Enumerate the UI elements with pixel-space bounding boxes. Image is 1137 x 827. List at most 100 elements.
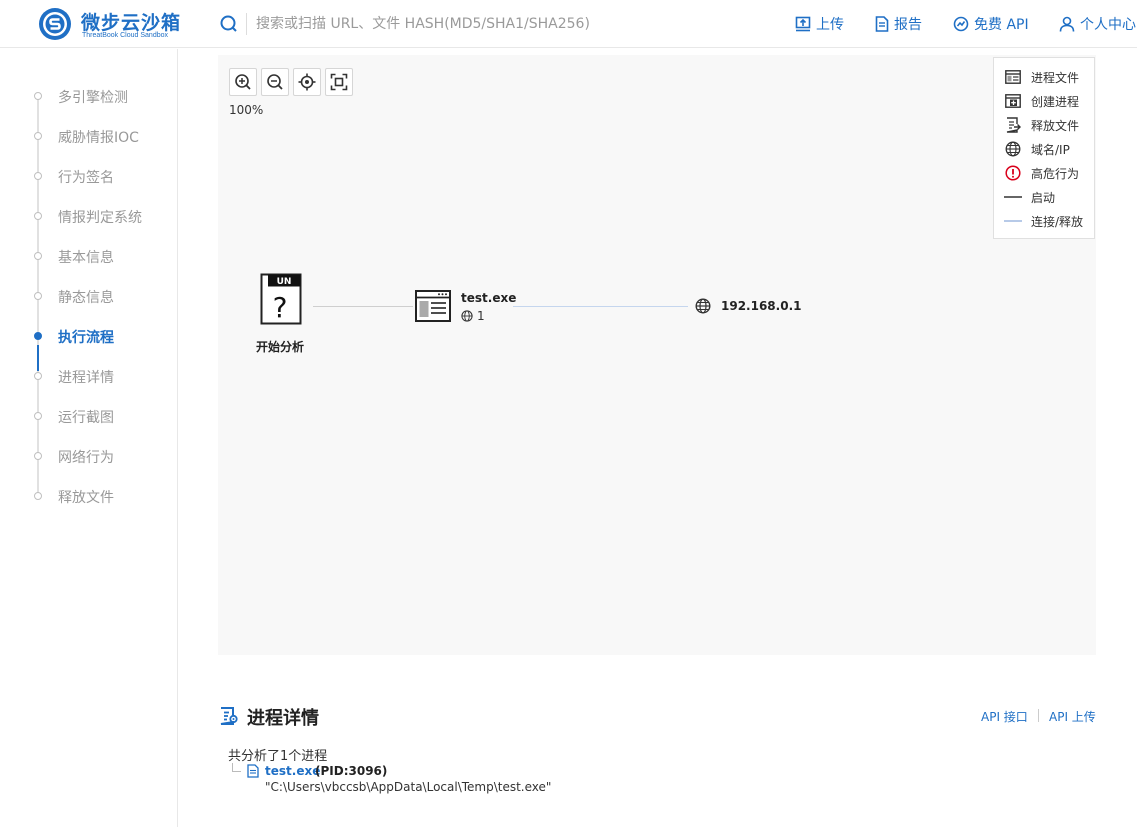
nav-free-api[interactable]: 免费 API [953, 14, 1029, 34]
legend-label: 进程文件 [1031, 70, 1080, 85]
sidebar-item-multi-engine[interactable]: 多引擎检测 [30, 86, 170, 106]
process-pid: (PID:3096) [315, 764, 388, 778]
legend-label: 释放文件 [1031, 118, 1080, 133]
sidebar-item-label: 情报判定系统 [58, 210, 142, 226]
sidebar-item-label: 多引擎检测 [58, 90, 128, 106]
file-icon [247, 764, 259, 778]
process-details-icon [220, 707, 238, 725]
nav-report-label: 报告 [894, 17, 922, 33]
edge-process-to-ip [513, 306, 688, 307]
create-process-icon [1005, 94, 1021, 108]
sidebar-dot [34, 252, 42, 260]
globe-icon [1005, 141, 1021, 157]
start-node-glyph: ? [273, 291, 288, 324]
sidebar: 多引擎检测 威胁情报IOC 行为签名 情报判定系统 基本信息 静态信息 执行流程… [0, 49, 178, 827]
sidebar-dot [34, 492, 42, 500]
legend-item: 创建进程 [1004, 92, 1079, 110]
sidebar-item-label: 行为签名 [58, 170, 114, 186]
legend-label: 高危行为 [1031, 166, 1080, 181]
sidebar-dot [34, 412, 42, 420]
locate-icon [298, 73, 316, 91]
process-details-title: 进程详情 [247, 708, 319, 729]
sidebar-dot [34, 292, 42, 300]
nav-report[interactable]: 报告 [875, 14, 922, 34]
zoom-out-button[interactable] [261, 68, 289, 96]
report-icon [875, 16, 889, 32]
api-interface-link[interactable]: API 接口 [981, 708, 1028, 725]
api-link-divider [1038, 709, 1039, 722]
tree-branch-line [232, 763, 241, 772]
nav-upload[interactable]: 上传 [795, 14, 844, 34]
process-command-line: "C:\Users\vbccsb\AppData\Local\Temp\test… [265, 780, 552, 794]
ip-node-label[interactable]: 192.168.0.1 [721, 299, 801, 313]
sidebar-item-execution-flow[interactable]: 执行流程 [30, 326, 170, 346]
zoom-in-button[interactable] [229, 68, 257, 96]
legend-item: 连接/释放 [1004, 212, 1083, 230]
search-icon[interactable] [219, 14, 239, 34]
nav-user-center[interactable]: 个人中心 [1059, 14, 1136, 34]
zoom-in-icon [235, 74, 251, 90]
legend-label: 创建进程 [1031, 94, 1080, 109]
sidebar-item-label: 进程详情 [58, 370, 114, 386]
process-node-connections: 1 [461, 309, 485, 323]
nav-user-center-label: 个人中心 [1080, 17, 1136, 33]
legend-label: 域名/IP [1031, 142, 1070, 157]
release-file-icon [1006, 117, 1021, 133]
sidebar-dot [34, 92, 42, 100]
sidebar-dot [34, 332, 42, 340]
legend-item: 释放文件 [1004, 116, 1079, 134]
sidebar-item-intel-judgement[interactable]: 情报判定系统 [30, 206, 170, 226]
execution-flow-graph[interactable]: 100% 进程文件 创建进程 释放文件 域名/IP 高危行为 启动 连接/释放 … [218, 55, 1096, 655]
globe-icon[interactable] [695, 298, 711, 314]
locate-button[interactable] [293, 68, 321, 96]
process-node-icon[interactable] [415, 290, 451, 322]
sidebar-dot [34, 372, 42, 380]
process-node-count: 1 [477, 309, 485, 323]
logo[interactable]: 微步云沙箱 ThreatBook Cloud Sandbox [38, 6, 188, 42]
legend-label: 连接/释放 [1031, 214, 1084, 229]
upload-icon [795, 16, 811, 32]
sidebar-item-label: 执行流程 [58, 330, 114, 346]
sidebar-item-label: 威胁情报IOC [58, 130, 139, 146]
api-upload-link[interactable]: API 上传 [1049, 708, 1096, 725]
sidebar-dot [34, 452, 42, 460]
sidebar-item-label: 网络行为 [58, 450, 114, 466]
logo-subtitle: ThreatBook Cloud Sandbox [82, 32, 168, 39]
legend-item: 域名/IP [1004, 140, 1070, 158]
search-input[interactable] [256, 12, 736, 36]
legend-item: 高危行为 [1004, 164, 1079, 182]
legend-item: 进程文件 [1004, 68, 1079, 86]
sidebar-dot [34, 132, 42, 140]
sidebar-item-threat-ioc[interactable]: 威胁情报IOC [30, 126, 170, 146]
sidebar-dot [34, 212, 42, 220]
zoom-level: 100% [229, 103, 264, 117]
legend-item: 启动 [1004, 188, 1055, 206]
sidebar-item-basic-info[interactable]: 基本信息 [30, 246, 170, 266]
sidebar-item-static-info[interactable]: 静态信息 [30, 286, 170, 306]
nav-upload-label: 上传 [816, 17, 844, 33]
sidebar-dot [34, 172, 42, 180]
user-icon [1059, 16, 1075, 32]
process-summary: 共分析了1个进程 [228, 749, 328, 764]
unknown-file-icon[interactable]: UN ? [260, 273, 302, 325]
search-divider [246, 13, 247, 35]
graph-legend: 进程文件 创建进程 释放文件 域名/IP 高危行为 启动 连接/释放 [993, 57, 1095, 239]
process-file-icon [1005, 70, 1021, 84]
start-line-icon [1004, 196, 1022, 198]
sidebar-item-process-details[interactable]: 进程详情 [30, 366, 170, 386]
sidebar-item-screenshots[interactable]: 运行截图 [30, 406, 170, 426]
nav-free-api-label: 免费 API [974, 17, 1029, 33]
zoom-out-icon [267, 74, 283, 90]
logo-title: 微步云沙箱 [81, 12, 182, 34]
fit-screen-button[interactable] [325, 68, 353, 96]
fit-screen-icon [330, 73, 348, 91]
sandbox-logo-icon [39, 8, 71, 40]
sidebar-item-label: 静态信息 [58, 290, 114, 306]
process-name-link[interactable]: test.exe [265, 764, 320, 778]
sidebar-item-behavior-signature[interactable]: 行为签名 [30, 166, 170, 186]
process-node-label[interactable]: test.exe [461, 291, 516, 305]
sidebar-item-label: 释放文件 [58, 490, 114, 506]
sidebar-item-label: 基本信息 [58, 250, 114, 266]
sidebar-item-released-files[interactable]: 释放文件 [30, 486, 170, 506]
sidebar-item-network-behavior[interactable]: 网络行为 [30, 446, 170, 466]
